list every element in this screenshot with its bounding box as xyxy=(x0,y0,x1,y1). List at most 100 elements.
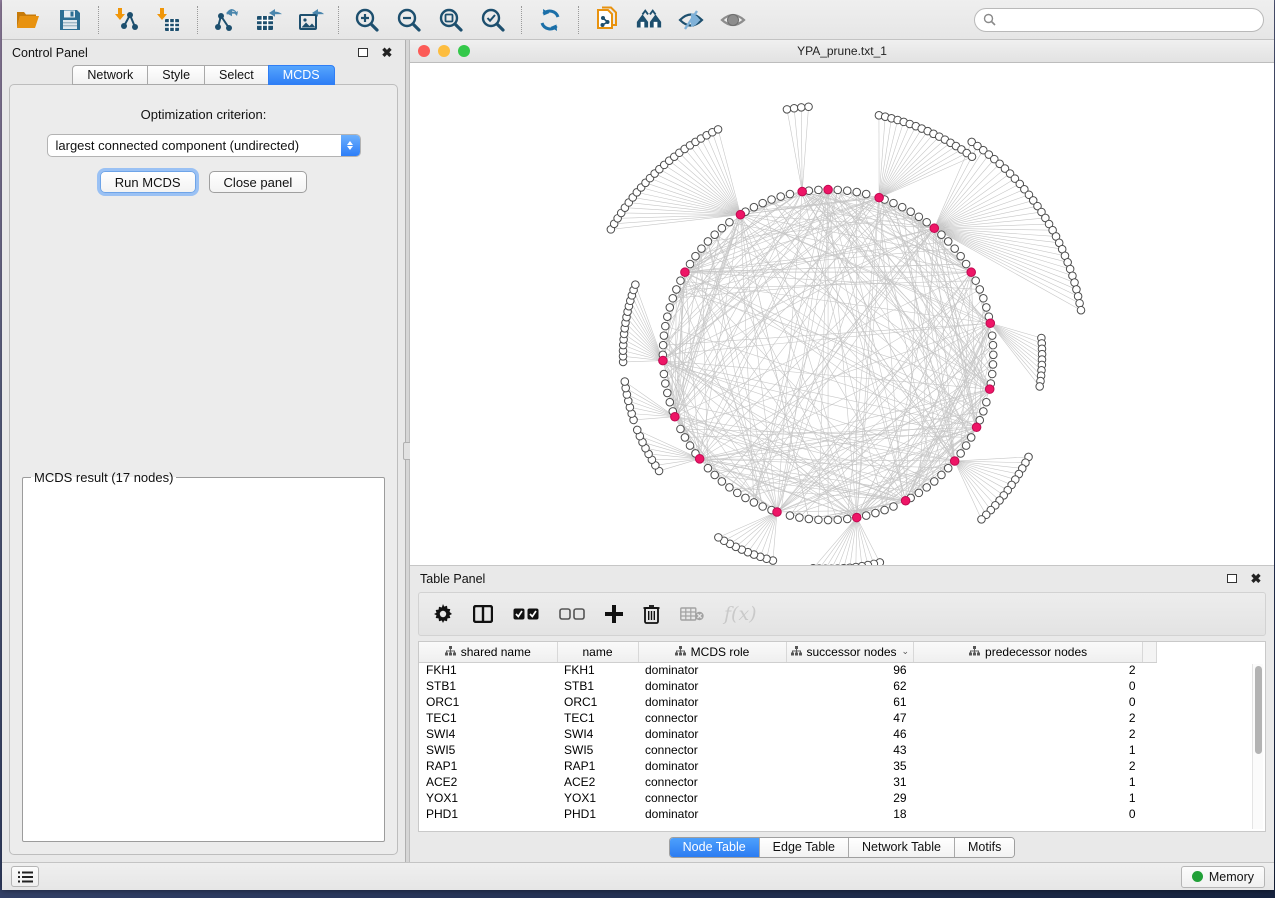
network-node[interactable] xyxy=(664,313,672,321)
network-node[interactable] xyxy=(734,489,742,497)
column-header-successor-nodes[interactable]: successor nodes⌄ xyxy=(786,642,914,662)
network-node[interactable] xyxy=(686,442,694,450)
mcds-result-list[interactable]: PHD1CAR1STP4TID3YOX1SWI4SRD1PMA2FKH1ACE2… xyxy=(24,485,383,487)
window-maximize-icon[interactable] xyxy=(458,45,470,57)
network-node[interactable] xyxy=(718,478,726,486)
network-node[interactable] xyxy=(726,484,734,492)
mcds-node[interactable] xyxy=(901,496,910,505)
table-cell[interactable]: 61 xyxy=(786,694,914,710)
network-node[interactable] xyxy=(659,341,667,349)
network-node[interactable] xyxy=(783,106,791,114)
close-panel-icon[interactable]: ✖ xyxy=(379,45,395,61)
network-node[interactable] xyxy=(1076,299,1084,307)
float-table-panel-icon[interactable] xyxy=(1224,571,1240,587)
search-input[interactable] xyxy=(1001,13,1255,27)
network-node[interactable] xyxy=(718,224,726,232)
criterion-select[interactable]: largest connected component (undirected) xyxy=(47,134,361,157)
network-node[interactable] xyxy=(962,260,970,268)
table-cell[interactable]: SWI5 xyxy=(419,742,557,758)
table-cell[interactable]: YOX1 xyxy=(419,790,557,806)
table-cell[interactable]: ORC1 xyxy=(557,694,638,710)
network-node[interactable] xyxy=(660,370,668,378)
network-node[interactable] xyxy=(704,238,712,246)
network-node[interactable] xyxy=(786,190,794,198)
network-node[interactable] xyxy=(988,332,996,340)
network-node[interactable] xyxy=(915,489,923,497)
mcds-node[interactable] xyxy=(798,187,807,196)
network-node[interactable] xyxy=(976,286,984,294)
network-node[interactable] xyxy=(1077,306,1085,314)
network-node[interactable] xyxy=(692,252,700,260)
table-cell[interactable]: 96 xyxy=(786,662,914,678)
table-cell[interactable]: connector xyxy=(638,790,786,806)
network-node[interactable] xyxy=(862,512,870,520)
network-node[interactable] xyxy=(669,294,677,302)
network-node[interactable] xyxy=(677,425,685,433)
table-cell[interactable]: 2 xyxy=(914,758,1143,774)
network-node[interactable] xyxy=(621,378,629,386)
window-close-icon[interactable] xyxy=(418,45,430,57)
network-node[interactable] xyxy=(944,464,952,472)
network-node[interactable] xyxy=(890,503,898,511)
mcds-node[interactable] xyxy=(695,455,704,464)
table-cell[interactable]: TEC1 xyxy=(419,710,557,726)
network-node[interactable] xyxy=(983,304,991,312)
network-node[interactable] xyxy=(790,104,798,112)
table-cell[interactable]: PHD1 xyxy=(557,806,638,822)
import-network-icon[interactable] xyxy=(113,6,141,34)
network-node[interactable] xyxy=(988,370,996,378)
network-node[interactable] xyxy=(1036,383,1044,391)
table-cell[interactable]: 46 xyxy=(786,726,914,742)
network-node[interactable] xyxy=(983,398,991,406)
network-node[interactable] xyxy=(938,231,946,239)
table-cell[interactable]: 2 xyxy=(914,662,1143,678)
network-node[interactable] xyxy=(980,408,988,416)
table-cell[interactable]: PHD1 xyxy=(419,806,557,822)
mcds-node[interactable] xyxy=(852,513,861,522)
table-cell[interactable]: dominator xyxy=(638,662,786,678)
column-header-MCDS-role[interactable]: MCDS role xyxy=(638,642,786,662)
network-node[interactable] xyxy=(666,398,674,406)
table-row[interactable]: TEC1TEC1connector472 xyxy=(419,710,1157,726)
table-cell[interactable]: 2 xyxy=(914,710,1143,726)
table-cell[interactable]: connector xyxy=(638,742,786,758)
network-node[interactable] xyxy=(711,231,719,239)
network-node[interactable] xyxy=(786,512,794,520)
network-node[interactable] xyxy=(673,286,681,294)
network-node[interactable] xyxy=(711,471,719,479)
table-row[interactable]: YOX1YOX1connector291 xyxy=(419,790,1157,806)
network-node[interactable] xyxy=(824,516,832,524)
tab-network-table[interactable]: Network Table xyxy=(849,838,955,857)
network-node[interactable] xyxy=(957,450,965,458)
table-row[interactable]: STB1STB1dominator620 xyxy=(419,678,1157,694)
table-cell[interactable]: 0 xyxy=(914,806,1143,822)
network-node[interactable] xyxy=(768,196,776,204)
table-cell[interactable]: 62 xyxy=(786,678,914,694)
table-scrollbar-thumb[interactable] xyxy=(1255,666,1262,754)
network-node[interactable] xyxy=(907,208,915,216)
table-row[interactable]: FKH1FKH1dominator962 xyxy=(419,662,1157,678)
network-node[interactable] xyxy=(726,218,734,226)
save-session-icon[interactable] xyxy=(56,6,84,34)
mcds-node[interactable] xyxy=(950,457,959,466)
hide-graphics-icon[interactable] xyxy=(677,6,705,34)
mcds-node[interactable] xyxy=(875,193,884,202)
network-node[interactable] xyxy=(915,213,923,221)
table-cell[interactable]: RAP1 xyxy=(557,758,638,774)
table-cell[interactable]: STB1 xyxy=(419,678,557,694)
network-node[interactable] xyxy=(843,187,851,195)
network-node[interactable] xyxy=(972,277,980,285)
column-header-shared-name[interactable]: shared name xyxy=(419,642,557,662)
deselect-all-icon[interactable] xyxy=(559,608,585,620)
network-node[interactable] xyxy=(834,186,842,194)
table-scrollbar[interactable] xyxy=(1252,664,1263,829)
table-cell[interactable]: ORC1 xyxy=(419,694,557,710)
table-cell[interactable]: 29 xyxy=(786,790,914,806)
network-node[interactable] xyxy=(938,471,946,479)
table-cell[interactable]: 1 xyxy=(914,774,1143,790)
memory-button[interactable]: Memory xyxy=(1181,866,1265,888)
mcds-node[interactable] xyxy=(773,508,782,517)
node-table[interactable]: shared namenameMCDS rolesuccessor nodes⌄… xyxy=(418,641,1266,832)
mcds-node[interactable] xyxy=(671,412,680,421)
close-table-panel-icon[interactable]: ✖ xyxy=(1248,571,1264,587)
